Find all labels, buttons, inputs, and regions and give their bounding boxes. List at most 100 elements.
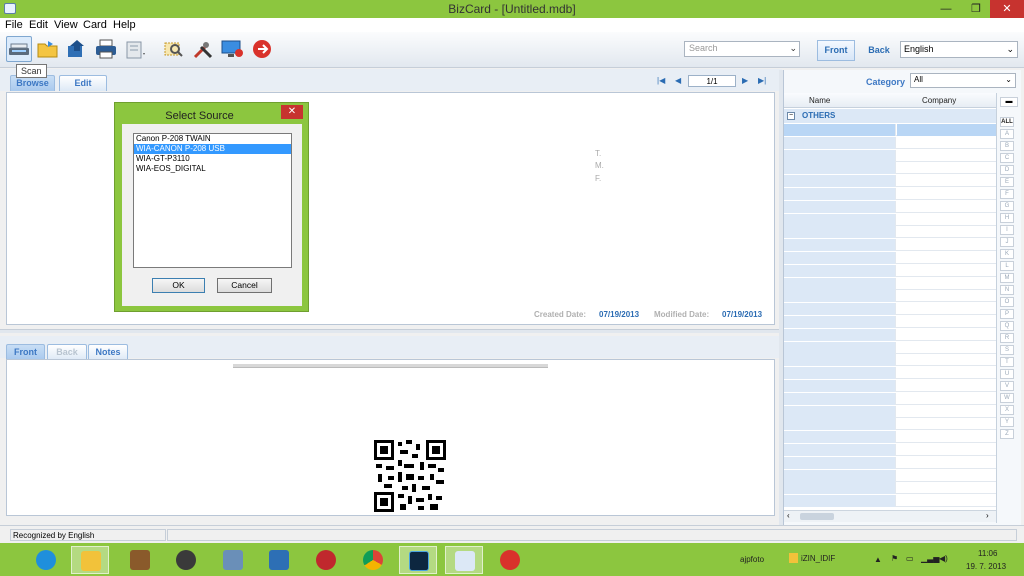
- search-input[interactable]: Search ⌄: [684, 41, 800, 57]
- alphabet-index-item[interactable]: S: [1000, 345, 1014, 355]
- table-row[interactable]: [784, 405, 996, 418]
- clock-time[interactable]: 11:06: [978, 549, 997, 558]
- table-row[interactable]: [784, 482, 996, 495]
- alphabet-index-item[interactable]: T: [1000, 357, 1014, 367]
- card-template-icon[interactable]: [124, 37, 148, 61]
- tab-back[interactable]: Back: [47, 344, 87, 360]
- clock-date[interactable]: 19. 7. 2013: [966, 562, 1006, 571]
- minimize-button[interactable]: —: [932, 0, 960, 18]
- flag-icon[interactable]: ⚑: [891, 554, 898, 563]
- alphabet-index-item[interactable]: V: [1000, 381, 1014, 391]
- column-company[interactable]: Company: [922, 96, 956, 105]
- alphabet-index-item[interactable]: I: [1000, 225, 1014, 235]
- alphabet-index-item[interactable]: E: [1000, 177, 1014, 187]
- ok-button[interactable]: OK: [152, 278, 205, 293]
- table-row[interactable]: [784, 495, 996, 508]
- alphabet-index-item[interactable]: B: [1000, 141, 1014, 151]
- back-button[interactable]: Back: [866, 40, 892, 61]
- table-row[interactable]: [784, 264, 996, 277]
- alphabet-index-item[interactable]: H: [1000, 213, 1014, 223]
- table-row[interactable]: [784, 392, 996, 405]
- cancel-button[interactable]: Cancel: [217, 278, 272, 293]
- alphabet-index-item[interactable]: G: [1000, 201, 1014, 211]
- source-item[interactable]: WIA-EOS_DIGITAL: [134, 164, 291, 174]
- alphabet-index-item[interactable]: A: [1000, 129, 1014, 139]
- table-row[interactable]: [784, 431, 996, 444]
- table-row[interactable]: [784, 200, 996, 213]
- alphabet-index-item[interactable]: J: [1000, 237, 1014, 247]
- table-row[interactable]: [784, 316, 996, 328]
- source-item-selected[interactable]: WIA-CANON P-208 USB: [134, 144, 291, 154]
- tab-edit[interactable]: Edit: [59, 75, 107, 91]
- table-row[interactable]: [784, 136, 996, 149]
- language-select[interactable]: English ⌄: [900, 41, 1018, 58]
- print-icon[interactable]: [94, 37, 118, 61]
- tray-user[interactable]: ajpfoto: [740, 555, 764, 564]
- front-button[interactable]: Front: [817, 40, 855, 61]
- column-name[interactable]: Name: [809, 96, 830, 105]
- card-icon[interactable]: ▬: [1000, 97, 1018, 107]
- chevron-down-icon[interactable]: ⌄: [789, 43, 797, 54]
- alphabet-index-item[interactable]: X: [1000, 405, 1014, 415]
- alphabet-index-item[interactable]: F: [1000, 189, 1014, 199]
- maximize-button[interactable]: ❐: [962, 0, 990, 18]
- bizcard-icon[interactable]: [445, 546, 483, 574]
- table-row[interactable]: [784, 175, 996, 188]
- table-row[interactable]: [784, 367, 996, 380]
- group-row[interactable]: − OTHERS: [784, 109, 996, 123]
- alphabet-index-item[interactable]: Y: [1000, 417, 1014, 427]
- table-row[interactable]: [784, 149, 996, 162]
- menu-card[interactable]: Card: [83, 19, 107, 31]
- dialog-close-icon[interactable]: ✕: [281, 105, 303, 119]
- prev-page-icon[interactable]: ◀: [675, 76, 681, 85]
- network-icon[interactable]: ▁▃▅: [921, 554, 939, 563]
- chevron-up-icon[interactable]: ▲: [874, 555, 882, 564]
- table-row[interactable]: [784, 456, 996, 469]
- menu-view[interactable]: View: [54, 19, 78, 31]
- alphabet-index-item[interactable]: ALL: [1000, 117, 1014, 127]
- table-row[interactable]: [784, 162, 996, 175]
- tab-front[interactable]: Front: [6, 344, 45, 360]
- alphabet-index-item[interactable]: O: [1000, 297, 1014, 307]
- table-row[interactable]: [784, 418, 996, 431]
- table-row[interactable]: [784, 328, 996, 341]
- tray-folder[interactable]: iZIN_IDIF: [801, 554, 835, 563]
- power-icon[interactable]: [307, 546, 345, 574]
- chevron-down-icon[interactable]: ⌄: [1006, 44, 1014, 55]
- table-row[interactable]: [784, 277, 996, 290]
- volume-icon[interactable]: ◀): [939, 554, 948, 563]
- source-list[interactable]: Canon P-208 TWAIN WIA-CANON P-208 USB WI…: [133, 133, 292, 268]
- chrome-icon[interactable]: [354, 546, 392, 574]
- alphabet-index-item[interactable]: K: [1000, 249, 1014, 259]
- table-row[interactable]: [784, 469, 996, 482]
- horizontal-scrollbar[interactable]: ‹ ›: [784, 510, 996, 522]
- battery-icon[interactable]: ▭: [906, 554, 914, 563]
- menu-help[interactable]: Help: [113, 19, 136, 31]
- folder-icon[interactable]: [789, 553, 798, 563]
- table-row[interactable]: [784, 213, 996, 226]
- table-row[interactable]: [784, 354, 996, 367]
- scan-icon[interactable]: [6, 36, 32, 62]
- collapse-icon[interactable]: −: [787, 112, 795, 120]
- tools-icon[interactable]: [191, 37, 215, 61]
- alphabet-index-item[interactable]: C: [1000, 153, 1014, 163]
- scroll-thumb[interactable]: [800, 513, 834, 520]
- chevron-down-icon[interactable]: ⌄: [1005, 75, 1012, 84]
- alphabet-index-item[interactable]: P: [1000, 309, 1014, 319]
- alphabet-index-item[interactable]: Z: [1000, 429, 1014, 439]
- first-page-icon[interactable]: |◀: [657, 76, 665, 85]
- webcam-icon[interactable]: [121, 546, 159, 574]
- category-select[interactable]: All ⌄: [910, 73, 1016, 88]
- open-folder-icon[interactable]: [36, 37, 60, 61]
- table-row[interactable]: [784, 226, 996, 239]
- speaker-icon[interactable]: [167, 546, 205, 574]
- tab-notes[interactable]: Notes: [88, 344, 128, 360]
- alphabet-index-item[interactable]: D: [1000, 165, 1014, 175]
- table-row[interactable]: [784, 303, 996, 316]
- app-c-icon[interactable]: [491, 546, 529, 574]
- last-page-icon[interactable]: ▶|: [758, 76, 766, 85]
- table-row[interactable]: [784, 252, 996, 264]
- alphabet-index-item[interactable]: L: [1000, 261, 1014, 271]
- alphabet-index-item[interactable]: W: [1000, 393, 1014, 403]
- horizontal-splitter[interactable]: [0, 329, 782, 333]
